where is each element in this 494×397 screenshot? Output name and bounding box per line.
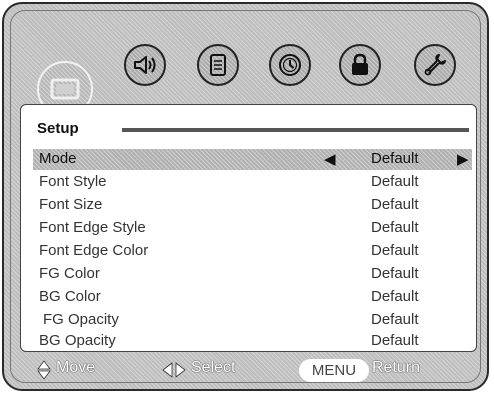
tab-tools[interactable] — [414, 44, 456, 86]
right-arrow-icon[interactable]: ▶ — [457, 152, 469, 167]
row-label: FG Color — [39, 265, 100, 282]
menu-row-font-edge-color[interactable]: Font Edge Color Default — [33, 241, 472, 262]
select-hint-label: Select — [191, 359, 236, 376]
title-divider — [122, 128, 469, 132]
row-value: Default — [371, 150, 419, 167]
row-value: Default — [371, 173, 419, 190]
lock-icon — [352, 53, 368, 75]
menu-row-fg-color[interactable]: FG Color Default — [33, 264, 472, 285]
menu-key-badge[interactable]: MENU — [299, 359, 369, 382]
up-down-arrows-icon — [37, 360, 51, 380]
menu-row-font-edge-style[interactable]: Font Edge Style Default — [33, 218, 472, 239]
row-value: Default — [371, 332, 419, 349]
row-label: Font Edge Color — [39, 242, 149, 259]
return-hint-label: Return — [372, 359, 421, 376]
row-label: BG Opacity — [39, 332, 116, 349]
menu-row-font-size[interactable]: Font Size Default — [33, 195, 472, 216]
left-right-arrows-icon — [162, 362, 186, 378]
tab-document[interactable] — [197, 44, 239, 86]
setup-panel: Setup Mode ◀ Default ▶ Font Style Defaul… — [20, 104, 477, 352]
osd-menu-frame: Setup Mode ◀ Default ▶ Font Style Defaul… — [2, 2, 489, 391]
menu-row-fg-opacity[interactable]: FG Opacity Default — [33, 310, 472, 331]
speaker-icon — [134, 56, 156, 74]
tab-lock[interactable] — [339, 44, 381, 86]
clock-icon — [279, 54, 301, 76]
row-value: Default — [371, 311, 419, 328]
menu-row-font-style[interactable]: Font Style Default — [33, 172, 472, 193]
left-arrow-icon[interactable]: ◀ — [324, 152, 336, 167]
row-value: Default — [371, 219, 419, 236]
row-value: Default — [371, 265, 419, 282]
row-label: Font Edge Style — [39, 219, 146, 236]
document-icon — [210, 54, 226, 76]
menu-row-bg-color[interactable]: BG Color Default — [33, 287, 472, 308]
menu-row-bg-opacity[interactable]: BG Opacity Default — [33, 331, 472, 352]
row-label: BG Color — [39, 288, 101, 305]
row-label: Mode — [39, 150, 77, 167]
row-value: Default — [371, 288, 419, 305]
wrench-icon — [424, 54, 446, 76]
picture-icon — [50, 78, 80, 100]
row-value: Default — [371, 196, 419, 213]
tab-time[interactable] — [269, 44, 311, 86]
row-value: Default — [371, 242, 419, 259]
footer-hints: Move Select MENU Return — [4, 356, 487, 386]
menu-row-mode[interactable]: Mode ◀ Default ▶ — [33, 149, 472, 170]
row-label: Font Style — [39, 173, 107, 190]
row-label: Font Size — [39, 196, 103, 213]
tab-audio[interactable] — [124, 44, 166, 86]
panel-title: Setup — [37, 120, 79, 137]
move-hint-label: Move — [56, 359, 96, 376]
row-label: FG Opacity — [43, 311, 119, 328]
